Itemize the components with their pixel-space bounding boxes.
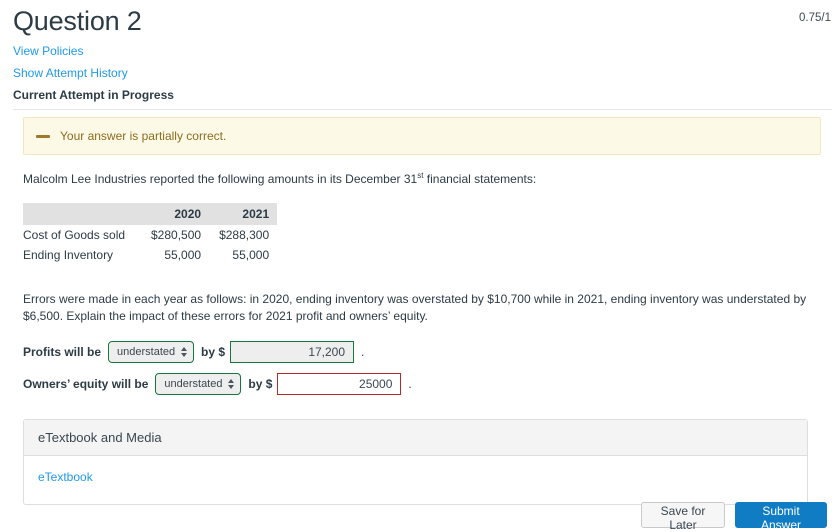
- cell-cogs-2021: $288,300: [219, 228, 270, 242]
- owners-equity-direction-select[interactable]: understated: [155, 373, 242, 395]
- owners-equity-by-label: by $: [248, 377, 273, 391]
- view-policies-link[interactable]: View Policies: [13, 44, 83, 58]
- profits-label: Profits will be: [23, 345, 102, 359]
- intro-text-after: financial statements:: [423, 172, 537, 186]
- save-for-later-button[interactable]: Save for Later: [641, 502, 725, 532]
- profits-direction-select[interactable]: understated: [108, 341, 195, 363]
- footer-buttons: Save for Later Submit Answer: [0, 502, 839, 532]
- table-header-2021: 2021: [209, 203, 278, 225]
- table-row: Cost of Goods sold $280,500 $288,300: [23, 225, 277, 245]
- table-row: Ending Inventory 55,000 55,000: [23, 245, 277, 265]
- alert-message: Your answer is partially correct.: [60, 129, 227, 143]
- owners-equity-amount-input[interactable]: [277, 373, 402, 395]
- header-divider: [13, 109, 832, 110]
- etextbook-panel-body: eTextbook: [24, 456, 807, 504]
- show-attempt-history-link[interactable]: Show Attempt History: [13, 66, 128, 80]
- table-corner-header: [23, 203, 141, 225]
- table-body: Cost of Goods sold $280,500 $288,300 End…: [23, 225, 277, 265]
- page-title: Question 2: [13, 6, 142, 36]
- question-page: Question 2 0.75/1 View Policies Show Att…: [0, 0, 839, 532]
- cell-inventory-2021: 55,000: [232, 248, 270, 262]
- table-head: 2020 2021: [23, 203, 278, 225]
- current-attempt-label: Current Attempt in Progress: [13, 88, 174, 102]
- profits-select-wrapper[interactable]: understated: [108, 341, 195, 363]
- errors-paragraph: Errors were made in each year as follows…: [23, 292, 807, 323]
- answer-row-profits: Profits will be understated by $ .: [23, 341, 364, 363]
- etextbook-panel-title: eTextbook and Media: [24, 420, 807, 456]
- table-header-2020: 2020: [141, 203, 210, 225]
- etextbook-link[interactable]: eTextbook: [38, 470, 93, 484]
- financial-data-table: 2020 2021 Cost of Goods sold $280,500 $2…: [23, 203, 278, 265]
- row-label-cogs: Cost of Goods sold: [23, 228, 126, 242]
- etextbook-panel: eTextbook and Media eTextbook: [23, 419, 808, 505]
- owners-equity-label: Owners’ equity will be: [23, 377, 149, 391]
- cell-inventory-2020: 55,000: [164, 248, 202, 262]
- score-display: 0.75/1: [799, 12, 831, 24]
- table-header-row: 2020 2021: [23, 203, 278, 225]
- submit-answer-button[interactable]: Submit Answer: [735, 502, 827, 532]
- profits-amount-input[interactable]: [230, 341, 355, 363]
- row-label-ending-inventory: Ending Inventory: [23, 248, 114, 262]
- partial-credit-alert: Your answer is partially correct.: [23, 117, 821, 155]
- profits-by-label: by $: [201, 345, 226, 359]
- profits-trailing-period: .: [361, 345, 365, 359]
- minus-icon: [36, 135, 50, 138]
- cell-cogs-2020: $280,500: [151, 228, 202, 242]
- intro-text-before: Malcolm Lee Industries reported the foll…: [23, 172, 418, 186]
- answer-row-owners-equity: Owners’ equity will be understated by $ …: [23, 373, 412, 395]
- owners-equity-trailing-period: .: [408, 377, 412, 391]
- question-intro: Malcolm Lee Industries reported the foll…: [23, 172, 537, 187]
- owners-equity-select-wrapper[interactable]: understated: [155, 373, 242, 395]
